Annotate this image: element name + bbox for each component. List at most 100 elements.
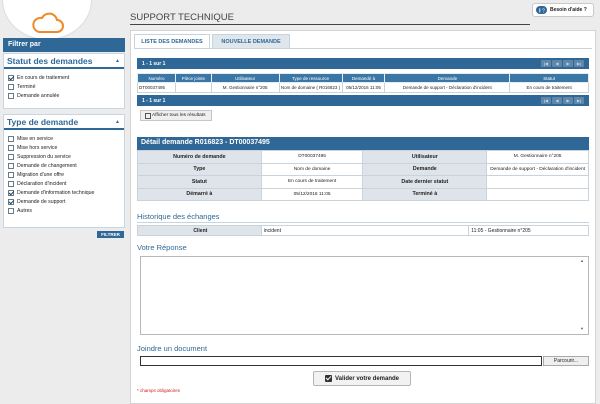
status-option-en-cours[interactable]: En cours de traitement	[4, 73, 124, 82]
type-option[interactable]: Autres	[4, 206, 124, 215]
column-header[interactable]: Demande	[384, 73, 511, 83]
first-page-icon[interactable]: |◀	[541, 60, 551, 67]
type-option[interactable]: Demande de changement	[4, 161, 124, 170]
next-page-icon[interactable]: ▶	[563, 60, 573, 67]
status-filter-title[interactable]: Statut des demandes ▲	[4, 54, 124, 69]
submit-button[interactable]: Valider votre demande	[313, 371, 411, 386]
column-header[interactable]: Numéro	[137, 73, 176, 83]
column-header[interactable]: Statut	[509, 73, 589, 83]
detail-value	[486, 187, 589, 201]
type-option[interactable]: Déclaration d'incident	[4, 179, 124, 188]
checkbox[interactable]	[8, 83, 14, 90]
column-header[interactable]: Pièce jointe	[174, 73, 212, 83]
checkbox[interactable]	[8, 153, 14, 160]
table-row[interactable]: DT00037495 M. Gestionnaire n°205 Nom de …	[137, 82, 589, 93]
filter-button[interactable]: FILTRER	[97, 231, 124, 238]
cell-numero: DT00037495	[137, 82, 176, 93]
attach-title: Joindre un document	[137, 344, 208, 353]
scroll-up-icon[interactable]: ▲	[580, 258, 584, 263]
detail-value: M. Gestionnaire n°205	[486, 150, 589, 164]
checkbox[interactable]	[8, 198, 14, 205]
type-option[interactable]: Mise en service	[4, 134, 124, 143]
column-header[interactable]: Utilisateur	[210, 73, 280, 83]
detail-value	[486, 175, 589, 189]
reply-textarea[interactable]	[140, 256, 589, 335]
first-page-icon[interactable]: |◀	[541, 97, 551, 104]
prev-page-icon[interactable]: ◀	[552, 60, 562, 67]
option-label: Demande de support	[17, 198, 66, 205]
checkbox[interactable]	[8, 162, 14, 169]
status-filter-panel: Statut des demandes ▲ En cours de traite…	[3, 53, 125, 109]
detail-label: Statut	[137, 175, 262, 189]
divider	[137, 222, 589, 223]
help-button[interactable]: i ? Besoin d'aide ?	[532, 3, 594, 17]
checkbox[interactable]	[8, 144, 14, 151]
option-label: Suppression du service	[17, 153, 71, 160]
help-chat-icon: i ?	[536, 6, 547, 14]
check-icon	[324, 375, 332, 382]
detail-value: DT00037495	[260, 150, 364, 164]
pager-top: 1 - 1 sur 1 |◀ ◀ ▶ ▶|	[137, 58, 589, 69]
next-page-icon[interactable]: ▶	[563, 97, 573, 104]
option-label: Autres	[17, 207, 32, 214]
cell-demande-a: 05/12/2016 11:05	[341, 82, 386, 93]
type-option[interactable]: Demande d'information technique	[4, 188, 124, 197]
detail-label: Numéro de demande	[137, 150, 262, 164]
scroll-down-icon[interactable]: ▼	[580, 326, 584, 331]
cell-utilisateur: M. Gestionnaire n°205	[210, 82, 280, 93]
show-all-results-button[interactable]: Afficher tous les résultats	[140, 110, 212, 121]
collapse-arrow-icon[interactable]: ▲	[115, 58, 120, 64]
history-table: Client incident 11:05 - Gestionnaire n°2…	[137, 225, 589, 236]
checkbox[interactable]	[8, 171, 14, 178]
option-label: En cours de traitement	[17, 74, 70, 81]
checkbox[interactable]	[8, 135, 14, 142]
cell-demande: Demande de support - Déclaration d'incid…	[384, 82, 511, 93]
option-label: Migration d'une offre	[17, 171, 65, 178]
detail-value: Demande de support - Déclaration d'incid…	[486, 162, 589, 176]
checkbox[interactable]	[8, 74, 14, 81]
prev-page-icon[interactable]: ◀	[552, 97, 562, 104]
column-header[interactable]: Demandé à	[341, 73, 386, 83]
type-option[interactable]: Mise hors service	[4, 143, 124, 152]
cell-statut: En cours de traitement	[509, 82, 589, 93]
type-filter-label: Type de demande	[7, 117, 79, 127]
tab-nouvelle-demande[interactable]: NOUVELLE DEMANDE	[212, 34, 290, 49]
column-header[interactable]: Type de ressource	[278, 73, 343, 83]
last-page-icon[interactable]: ▶|	[574, 60, 584, 67]
collapse-arrow-icon[interactable]: ▲	[115, 119, 120, 125]
option-label: Demande de changement	[17, 162, 77, 169]
option-label: Mise en service	[17, 135, 54, 142]
checkbox[interactable]	[8, 189, 14, 196]
pager-count: 1 - 1 sur 1	[142, 61, 166, 67]
reply-title: Votre Réponse	[137, 243, 187, 252]
type-filter-title[interactable]: Type de demande ▲	[4, 115, 124, 130]
detail-table: Numéro de demande DT00037495 Utilisateur…	[137, 150, 589, 201]
sidebar: Filtrer par Statut des demandes ▲ En cou…	[0, 0, 128, 404]
detail-header: Détail demande R016823 - DT00037495	[137, 137, 589, 150]
status-option-termine[interactable]: Terminé	[4, 82, 124, 91]
type-option[interactable]: Suppression du service	[4, 152, 124, 161]
history-row: Client incident 11:05 - Gestionnaire n°2…	[137, 225, 589, 236]
detail-label: Type	[137, 162, 262, 176]
checkbox[interactable]	[8, 92, 14, 99]
checkbox[interactable]	[8, 180, 14, 187]
cloud-logo-icon	[32, 12, 64, 33]
history-author: Client	[137, 225, 262, 236]
last-page-icon[interactable]: ▶|	[574, 97, 584, 104]
pager-nav: |◀ ◀ ▶ ▶|	[541, 97, 584, 104]
file-path-input[interactable]	[140, 356, 542, 366]
type-option[interactable]: Demande de support	[4, 197, 124, 206]
history-message: incident	[260, 225, 470, 236]
page-title: SUPPORT TECHNIQUE	[130, 12, 234, 23]
detail-label: Date dernier statut	[362, 175, 488, 189]
pager-bottom: 1 - 1 sur 1 |◀ ◀ ▶ ▶|	[137, 95, 589, 106]
type-option[interactable]: Migration d'une offre	[4, 170, 124, 179]
history-meta: 11:05 - Gestionnaire n°205	[468, 225, 589, 236]
browse-button[interactable]: Parcourir...	[543, 356, 589, 366]
results-table: Numéro Pièce jointe Utilisateur Type de …	[137, 73, 589, 93]
status-option-annulee[interactable]: Demande annulée	[4, 91, 124, 100]
svg-text:?: ?	[542, 8, 545, 14]
checkbox[interactable]	[8, 207, 14, 214]
detail-row: Statut En cours de traitement Date derni…	[137, 175, 589, 189]
tab-liste-des-demandes[interactable]: LISTE DES DEMANDES	[134, 34, 210, 49]
